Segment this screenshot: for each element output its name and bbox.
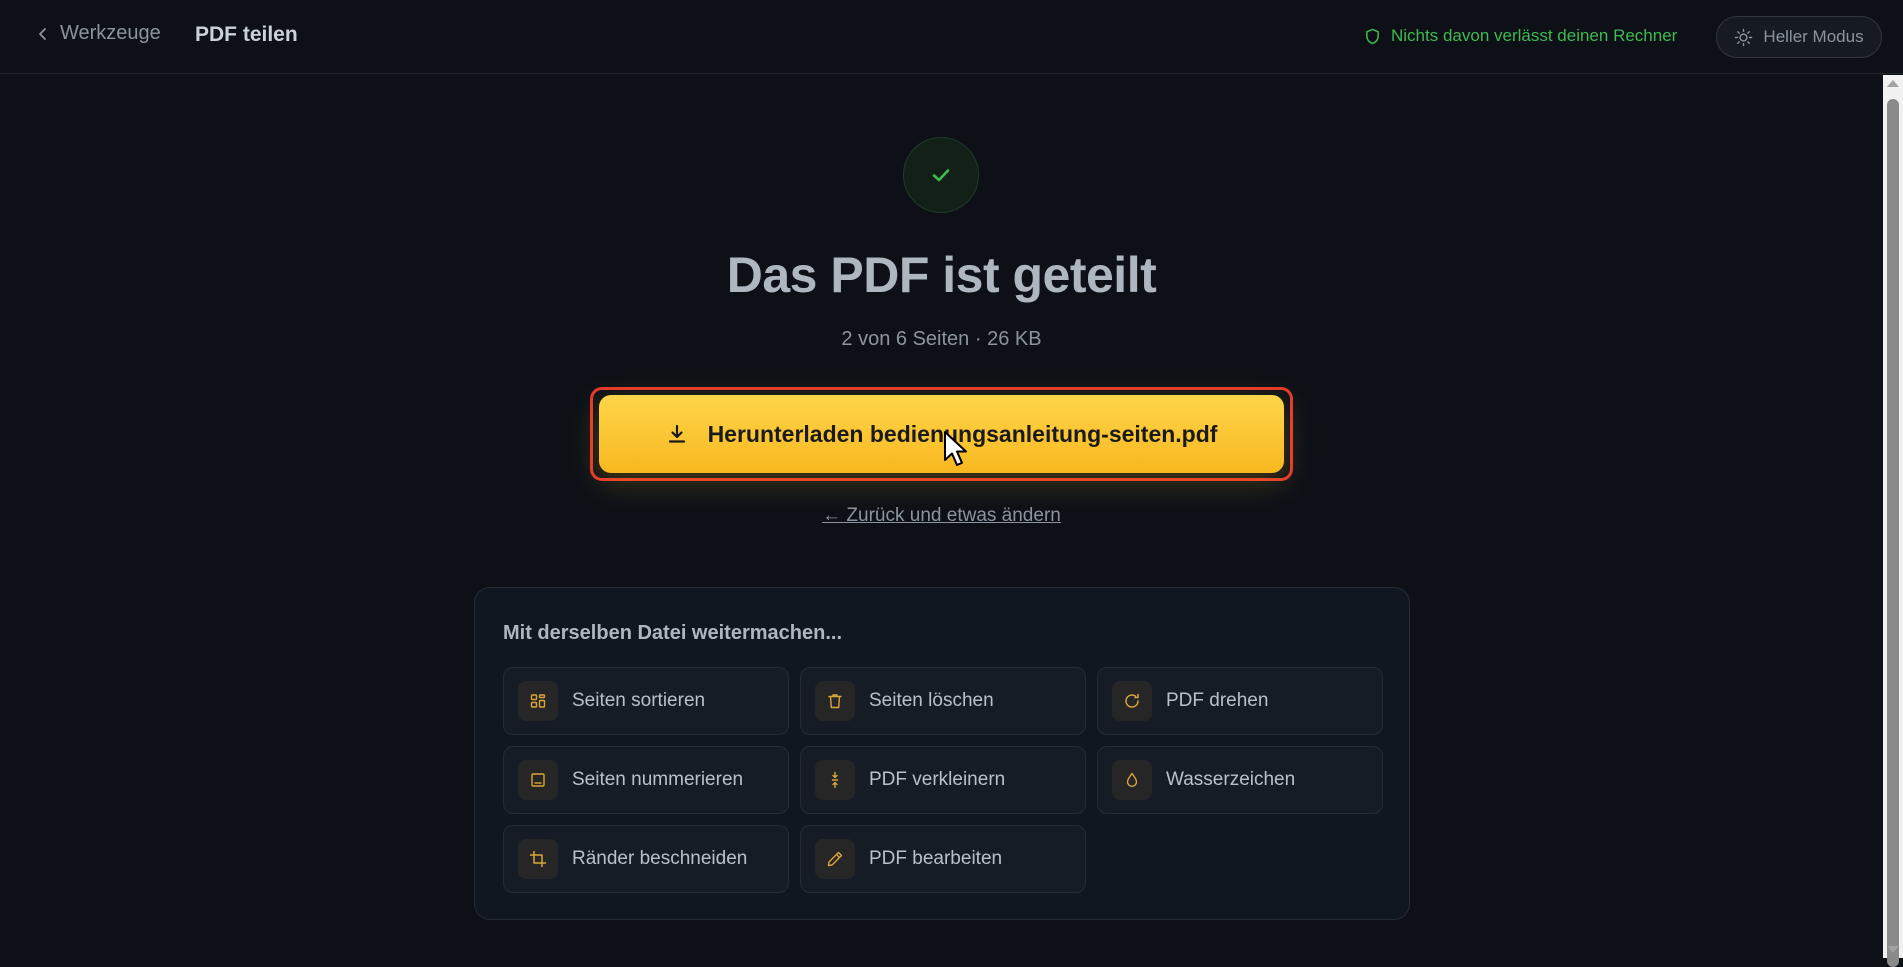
download-icon (668, 424, 685, 443)
rotate-icon (1112, 681, 1152, 721)
continue-panel: Mit derselben Datei weitermachen... Seit… (474, 587, 1410, 920)
checkmark-icon (932, 169, 950, 182)
privacy-text: Nichts davon verlässt deinen Rechner (1391, 26, 1678, 45)
download-button-highlight: Herunterladen bedienungsanleitung-seiten… (590, 387, 1293, 481)
result-summary: 2 von 6 Seiten · 26 KB (841, 328, 1042, 350)
compress-icon (815, 760, 855, 800)
scroll-up-arrow-icon[interactable] (1887, 80, 1899, 87)
tool-edit-pdf[interactable]: PDF bearbeiten (800, 825, 1086, 893)
page-scrollbar[interactable] (1883, 75, 1903, 967)
chevron-left-icon (39, 27, 46, 40)
scroll-down-arrow-icon[interactable] (1887, 946, 1899, 953)
pencil-icon (815, 839, 855, 879)
shield-icon (1366, 28, 1379, 44)
sun-icon (1735, 28, 1753, 46)
mouse-cursor-icon (944, 431, 967, 466)
top-bar: Werkzeuge PDF teilen Nichts davon verläs… (0, 0, 1903, 74)
tool-crop-margins[interactable]: Ränder beschneiden (503, 825, 789, 893)
download-button[interactable]: Herunterladen bedienungsanleitung-seiten… (599, 395, 1284, 473)
back-link-label: Werkzeuge (60, 22, 161, 44)
tool-label: Seiten löschen (869, 690, 994, 711)
theme-toggle-label: Heller Modus (1763, 27, 1864, 46)
success-badge (903, 137, 979, 213)
result-title: Das PDF ist geteilt (726, 247, 1157, 303)
tool-label: PDF drehen (1166, 690, 1269, 711)
grid-icon (518, 681, 558, 721)
tool-number-pages[interactable]: Seiten nummerieren (503, 746, 789, 814)
droplet-icon (1112, 760, 1152, 800)
tool-label: PDF verkleinern (869, 769, 1006, 790)
privacy-notice: Nichts davon verlässt deinen Rechner (1364, 26, 1677, 46)
back-and-change-link[interactable]: ← Zurück und etwas ändern (0, 505, 1883, 527)
tool-watermark[interactable]: Wasserzeichen (1097, 746, 1383, 814)
page-number-icon (518, 760, 558, 800)
tool-label: PDF bearbeiten (869, 848, 1003, 869)
tool-rotate-pdf[interactable]: PDF drehen (1097, 667, 1383, 735)
scrollbar-thumb[interactable] (1887, 99, 1899, 967)
tool-label: Seiten sortieren (572, 690, 706, 711)
trash-icon (815, 681, 855, 721)
light-mode-toggle[interactable]: Heller Modus (1716, 16, 1882, 58)
continue-panel-title: Mit derselben Datei weitermachen... (503, 622, 842, 644)
tool-delete-pages[interactable]: Seiten löschen (800, 667, 1086, 735)
tool-sort-pages[interactable]: Seiten sortieren (503, 667, 789, 735)
tool-label: Seiten nummerieren (572, 769, 744, 790)
tool-compress-pdf[interactable]: PDF verkleinern (800, 746, 1086, 814)
tool-label: Ränder beschneiden (572, 848, 748, 869)
page-title: PDF teilen (195, 23, 298, 46)
crop-icon (518, 839, 558, 879)
back-to-tools-link[interactable]: Werkzeuge (36, 22, 161, 45)
tool-label: Wasserzeichen (1166, 769, 1296, 790)
